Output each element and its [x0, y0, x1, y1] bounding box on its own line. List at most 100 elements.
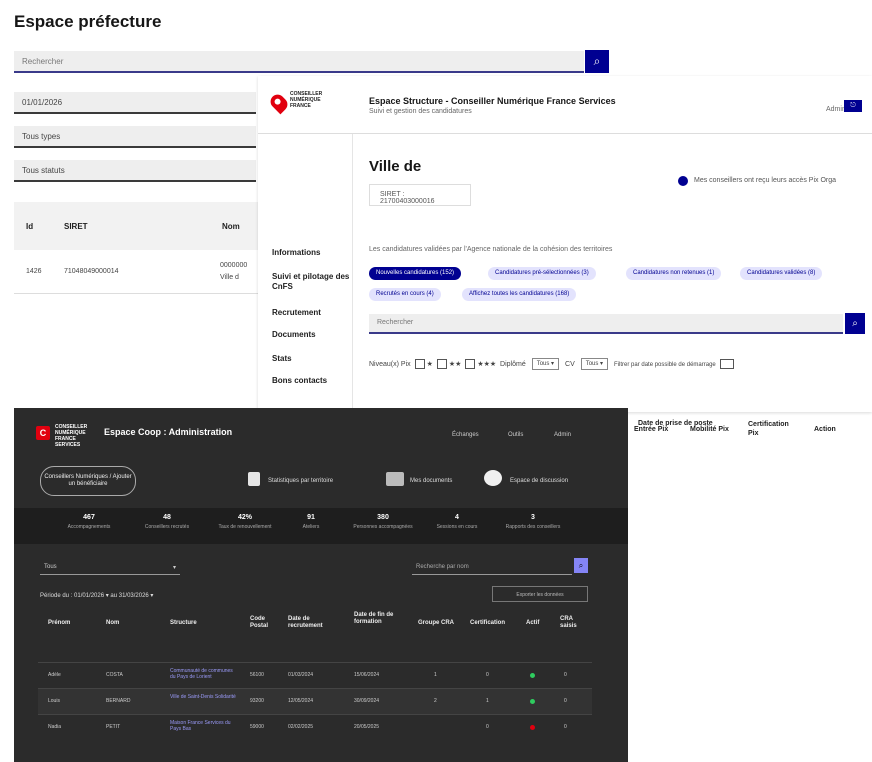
- prefecture-page-title: Espace préfecture: [14, 12, 162, 31]
- cell-certification: 0: [486, 724, 489, 730]
- link-statistiques[interactable]: Statistiques par territoire: [268, 478, 333, 484]
- filter-row: Niveau(x) Pix ★ ★★ ★★★ Diplômé Tous ▾ CV…: [369, 358, 869, 374]
- coop-header-structure[interactable]: Structure: [170, 620, 197, 627]
- cell-structure-link[interactable]: Maison France Services du Pays Bas: [170, 720, 236, 732]
- coop-header-fin-formation[interactable]: Date de fin de formation: [354, 612, 394, 626]
- tag-preselectionnees[interactable]: Candidatures pré-sélectionnées (3): [488, 267, 596, 280]
- pix-level-3-stars: ★★★: [477, 360, 497, 368]
- coop-header-recrutement[interactable]: Date de recrutement: [288, 616, 334, 630]
- coop-header-certification[interactable]: Certification: [470, 620, 505, 627]
- coop-search-input[interactable]: Recherche par nom: [412, 561, 572, 575]
- mail-icon: [678, 176, 688, 186]
- coop-search-button[interactable]: ⌕: [574, 558, 588, 573]
- cell-nom: PETIT: [106, 724, 121, 730]
- header-siret: SIRET: [64, 222, 88, 231]
- coop-logo-text: CONSEILLER NUMÉRIQUE FRANCE SERVICES: [55, 424, 88, 448]
- dispo-toggle[interactable]: [719, 359, 734, 369]
- stat-value: 467: [83, 514, 95, 521]
- coop-header-cra[interactable]: CRA saisis: [560, 616, 580, 630]
- stat-label: Personnes accompagnées: [353, 524, 413, 530]
- header-certification-pix: Certification Pix: [748, 421, 789, 437]
- tag-nouvelles[interactable]: Nouvelles candidatures (152): [369, 267, 462, 280]
- sidebar-item-documents[interactable]: Documents: [272, 330, 352, 340]
- export-button[interactable]: Exporter les données: [492, 586, 588, 602]
- pix-level-2-stars: ★★: [448, 360, 462, 368]
- prefecture-search-input[interactable]: Rechercher: [14, 51, 584, 73]
- prefecture-table-row[interactable]: 1426 71048049000014 0000000 Ville d: [14, 250, 258, 294]
- cell-fin-formation: 20/05/2025: [354, 724, 380, 730]
- cell-recrutement: 02/02/2025: [288, 724, 314, 730]
- cell-nom: BERNARD: [106, 698, 131, 704]
- diplome-select[interactable]: Tous ▾: [531, 358, 560, 370]
- coop-logo-icon: C: [36, 426, 50, 440]
- pix-level-3-checkbox[interactable]: [465, 359, 476, 369]
- sidebar-item-recrutement[interactable]: Recrutement: [272, 308, 352, 318]
- coop-header-groupe-cra[interactable]: Groupe CRA: [418, 620, 454, 627]
- prefecture-date-field[interactable]: 01/01/2026: [14, 92, 256, 114]
- coop-nav-echanges[interactable]: Échanges: [452, 432, 479, 438]
- coop-header-actif[interactable]: Actif: [526, 620, 539, 627]
- search-icon: ⌕: [593, 54, 601, 68]
- chat-bubble-icon: [484, 470, 502, 486]
- coop-nav-outils[interactable]: Outils: [508, 432, 523, 438]
- table-row[interactable]: Nadia PETIT Maison France Services du Pa…: [38, 714, 592, 744]
- structure-search-button[interactable]: ⌕: [845, 313, 865, 334]
- logout-button[interactable]: ⎋: [844, 100, 862, 112]
- coop-admin-window: C CONSEILLER NUMÉRIQUE FRANCE SERVICES E…: [14, 408, 628, 762]
- stat-accompagnements: 467 Accompagnements: [54, 514, 124, 530]
- active-status-dot: [530, 673, 535, 678]
- diplome-filter-label: Diplômé: [500, 360, 526, 368]
- table-row[interactable]: Louis BERNARD Ville de Saint-Denis Solid…: [38, 688, 592, 714]
- structure-search-input[interactable]: Rechercher: [369, 314, 843, 334]
- link-documents[interactable]: Mes documents: [410, 478, 452, 484]
- stat-value: 91: [307, 514, 315, 521]
- stat-value: 380: [377, 514, 389, 521]
- stat-label: Rapports des conseillers: [505, 524, 561, 530]
- sidebar-item-informations[interactable]: Informations: [272, 248, 352, 258]
- screenshot-collage: Espace préfecture Rechercher ⌕ 01/01/202…: [0, 0, 872, 762]
- cell-structure-link[interactable]: Ville de Saint-Denis Solidarité: [170, 694, 236, 700]
- cell-prenom: Nadia: [48, 724, 62, 730]
- coop-header-prenom[interactable]: Prénom: [48, 620, 70, 627]
- cell-structure-link[interactable]: Communauté de communes du Pays de Lorien…: [170, 668, 236, 680]
- cell-nom-2: Ville d: [220, 274, 239, 281]
- diplome-select-value: Tous: [536, 361, 550, 367]
- stat-sessions: 4 Sessions en cours: [422, 514, 492, 530]
- tag-validees[interactable]: Candidatures validées (8): [740, 267, 823, 280]
- cell-groupe: 2: [434, 698, 437, 704]
- structure-user-name[interactable]: Admin: [826, 106, 846, 113]
- sidebar-item-contacts[interactable]: Bons contacts: [272, 376, 352, 386]
- tag-non-retenues[interactable]: Candidatures non retenues (1): [626, 267, 722, 280]
- link-discussion[interactable]: Espace de discussion: [510, 478, 568, 484]
- documents-icon: [386, 472, 404, 486]
- pix-level-1-stars: ★: [426, 360, 433, 368]
- tag-toutes[interactable]: Affichez toutes les candidatures (168): [462, 288, 577, 301]
- header-nom: Nom: [222, 222, 240, 231]
- prefecture-status-select[interactable]: Tous statuts: [14, 160, 256, 182]
- cv-select[interactable]: Tous ▾: [580, 358, 609, 370]
- sidebar-item-suivi[interactable]: Suivi et pilotage des CnFS: [272, 272, 352, 292]
- coop-context-pill[interactable]: Conseillers Numériques / Ajouter un béné…: [40, 466, 136, 496]
- structure-window: CONSEILLER NUMÉRIQUE FRANCE Espace Struc…: [258, 76, 872, 427]
- coop-app-title: Espace Coop : Administration: [104, 427, 233, 437]
- coop-header-cp[interactable]: Code Postal: [250, 616, 270, 630]
- pix-level-1-checkbox[interactable]: [414, 359, 425, 369]
- tag-recrutes[interactable]: Recrutés en cours (4): [369, 288, 441, 301]
- sidebar-item-stats[interactable]: Stats: [272, 354, 352, 364]
- pix-filter-label: Niveau(x) Pix: [369, 360, 411, 368]
- coop-period-filter[interactable]: Période du : 01/01/2026 ▾ au 31/03/2026 …: [40, 592, 153, 599]
- header-action: Action: [814, 426, 836, 433]
- coop-header-nom[interactable]: Nom: [106, 620, 119, 627]
- table-row[interactable]: Adèle COSTA Communauté de communes du Pa…: [38, 662, 592, 688]
- stat-label: Taux de renouvellement: [218, 524, 272, 530]
- coop-nav-admin[interactable]: Admin: [554, 432, 571, 438]
- mail-notice[interactable]: Mes conseillers ont reçu leurs accès Pix…: [694, 177, 836, 184]
- pix-level-2-checkbox[interactable]: [436, 359, 447, 369]
- structure-page-title: Ville de: [369, 158, 422, 175]
- coop-filter-select[interactable]: Tous ▾: [40, 561, 180, 575]
- header-id: Id: [26, 222, 34, 231]
- prefecture-type-select[interactable]: Tous types: [14, 126, 256, 148]
- coop-filter-select-value: Tous: [44, 564, 57, 570]
- prefecture-search-button[interactable]: ⌕: [585, 50, 609, 73]
- structure-app-title: Espace Structure - Conseiller Numérique …: [369, 96, 616, 106]
